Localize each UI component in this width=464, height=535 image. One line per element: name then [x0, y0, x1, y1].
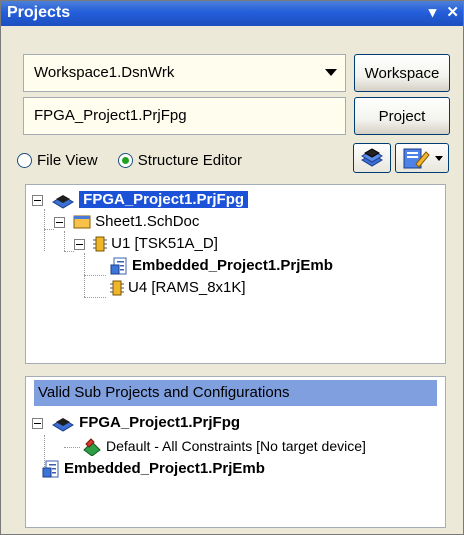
projects-panel: Projects ▾ ✕ Workspace1.DsnWrk Workspace… — [0, 0, 464, 535]
workspace-combo[interactable]: Workspace1.DsnWrk — [23, 54, 346, 92]
structure-editor-option[interactable]: Structure Editor — [117, 151, 242, 169]
component-icon — [110, 280, 124, 296]
tree-item-label: U1 [TSK51A_D] — [111, 235, 218, 252]
tree-node-sheet[interactable]: Sheet1.SchDoc — [54, 211, 199, 233]
compile-button[interactable] — [353, 143, 391, 173]
view-mode-group: File View Structure Editor — [17, 151, 258, 173]
tree-node-embedded-project[interactable]: Embedded_Project1.PrjEmb — [110, 255, 333, 277]
sub-project-configuration[interactable]: Default - All Constraints [No target dev… — [82, 435, 366, 457]
project-button[interactable]: Project — [354, 97, 450, 135]
structure-tree[interactable]: FPGA_Project1.PrjFpg Sheet1.SchDoc U1 [T… — [25, 184, 446, 364]
collapse-icon[interactable] — [54, 216, 65, 228]
sub-project-fpga[interactable]: FPGA_Project1.PrjFpg — [32, 412, 240, 434]
collapse-icon[interactable] — [32, 194, 43, 206]
panel-title: Projects — [7, 4, 71, 21]
tree-item-label: U4 [RAMS_8x1K] — [128, 279, 246, 296]
tree-node-u4[interactable]: U4 [RAMS_8x1K] — [110, 277, 246, 299]
chip-stack-icon — [361, 148, 383, 167]
chevron-down-icon[interactable] — [325, 69, 337, 76]
file-view-radio[interactable] — [17, 153, 32, 169]
list-item-label: Embedded_Project1.PrjEmb — [64, 460, 265, 477]
embedded-project-icon — [42, 460, 59, 478]
dropdown-arrow-icon[interactable]: ▾ — [429, 3, 437, 21]
list-header: Valid Sub Projects and Configurations — [34, 380, 437, 406]
list-item-label: FPGA_Project1.PrjFpg — [79, 414, 241, 431]
component-icon — [93, 236, 108, 252]
close-icon[interactable]: ✕ — [446, 3, 459, 21]
workspace-combo-value: Workspace1.DsnWrk — [34, 64, 175, 81]
collapse-icon[interactable] — [74, 238, 85, 250]
collapse-icon[interactable] — [32, 417, 43, 429]
fpga-project-icon — [52, 195, 75, 209]
workspace-button[interactable]: Workspace — [354, 54, 450, 92]
configuration-icon — [83, 438, 101, 457]
list-item-label: Default - All Constraints [No target dev… — [106, 438, 366, 454]
fpga-project-icon — [52, 418, 75, 432]
project-field[interactable]: FPGA_Project1.PrjFpg — [23, 97, 346, 135]
tree-item-label: Sheet1.SchDoc — [95, 213, 200, 230]
sub-project-embedded[interactable]: Embedded_Project1.PrjEmb — [42, 458, 265, 480]
tree-item-label: FPGA_Project1.PrjFpg — [79, 191, 249, 208]
embedded-project-icon — [110, 257, 127, 275]
tree-item-label: Embedded_Project1.PrjEmb — [132, 257, 333, 274]
tree-node-u1[interactable]: U1 [TSK51A_D] — [74, 233, 218, 255]
structure-editor-radio[interactable] — [117, 153, 133, 169]
structure-editor-label: Structure Editor — [137, 151, 242, 169]
file-view-label: File View — [37, 151, 98, 169]
configure-dropdown-button[interactable] — [395, 143, 449, 173]
document-edit-icon — [403, 148, 443, 169]
tree-node-fpga-project[interactable]: FPGA_Project1.PrjFpg — [32, 189, 249, 211]
project-field-value: FPGA_Project1.PrjFpg — [34, 107, 187, 124]
schematic-sheet-icon — [73, 215, 91, 229]
file-view-option[interactable]: File View — [17, 152, 98, 169]
panel-title-bar[interactable]: Projects ▾ ✕ — [1, 1, 463, 26]
sub-projects-list[interactable]: Valid Sub Projects and Configurations FP… — [25, 376, 446, 528]
